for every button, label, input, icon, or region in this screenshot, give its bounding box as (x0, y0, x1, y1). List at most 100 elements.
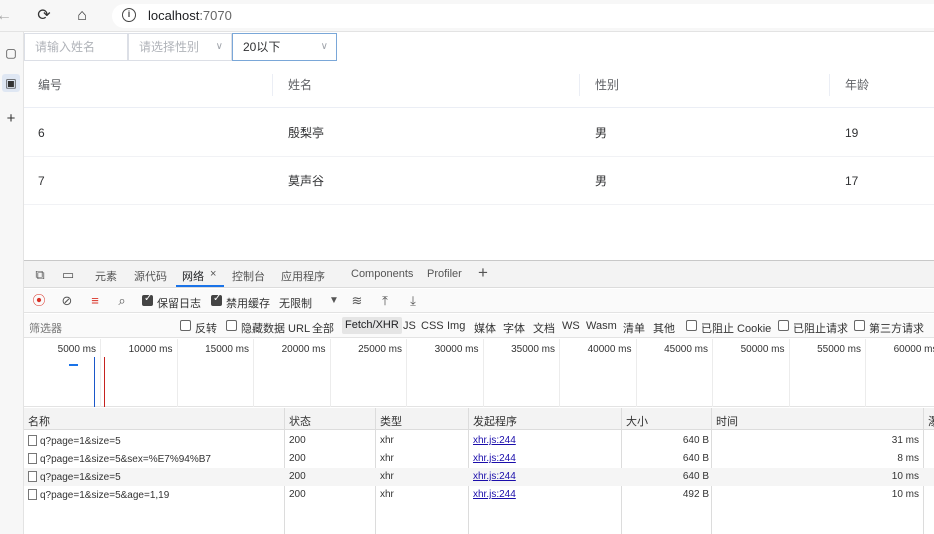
tab-network[interactable]: 网络 (182, 268, 204, 284)
blocked-requests-checkbox[interactable] (778, 320, 789, 331)
tab-profiler[interactable]: Profiler (427, 268, 462, 280)
timeline-tick-label: 45000 ms (664, 344, 708, 355)
site-info-icon[interactable]: i (122, 8, 136, 22)
table-row[interactable]: 7 莫声谷 男 17 (24, 157, 934, 205)
network-timeline-overview[interactable]: 5000 ms 10000 ms 15000 ms 20000 ms 25000 ms 3… (24, 339, 934, 407)
request-initiator-link[interactable]: xhr.js:244 (473, 471, 516, 482)
name-search-input[interactable]: 请输入姓名 (24, 33, 128, 61)
request-row[interactable]: q?page=1&size=5&age=1,19 200 xhr xhr.js:… (24, 486, 934, 504)
filter-input[interactable]: 筛选器 (29, 320, 62, 336)
tab-elements[interactable]: 元素 (95, 268, 117, 284)
dropdown-triangle-icon[interactable]: ▼ (326, 293, 342, 309)
tab-sources[interactable]: 源代码 (134, 268, 167, 284)
tab-application[interactable]: 应用程序 (281, 268, 325, 284)
gender-select[interactable]: 请选择性别 ∨ (128, 33, 232, 61)
chevron-down-icon: ∨ (320, 41, 328, 52)
table-row[interactable]: 6 殷梨亭 男 19 (24, 109, 934, 157)
file-icon (28, 471, 37, 482)
type-wasm[interactable]: Wasm (586, 320, 617, 332)
filter-icon[interactable]: ≡ (87, 293, 103, 309)
column-divider[interactable] (829, 74, 830, 96)
type-img[interactable]: Img (447, 320, 465, 332)
header-size[interactable]: 大小 (626, 413, 648, 429)
timeline-gridline (559, 339, 560, 407)
throttle-select[interactable]: 无限制 (279, 295, 312, 311)
tab-components[interactable]: Components (351, 268, 413, 280)
type-manifest[interactable]: 清单 (623, 320, 645, 336)
type-ws[interactable]: WS (562, 320, 580, 332)
column-divider[interactable] (579, 74, 580, 96)
table-header: 编号 姓名 性别 年龄 (24, 62, 934, 108)
request-status: 200 (289, 489, 306, 500)
timeline-gridline (635, 339, 637, 407)
request-name-text: q?page=1&size=5 (40, 436, 121, 447)
clear-icon[interactable]: ⊘ (59, 293, 75, 309)
preserve-log-checkbox[interactable] (142, 293, 153, 306)
type-other[interactable]: 其他 (653, 320, 675, 336)
browser-toolbar: ← ⟳ ⌂ i localhost:7070 (0, 0, 934, 32)
search-icon[interactable]: ⌕ (114, 293, 130, 309)
type-js[interactable]: JS (403, 320, 416, 332)
request-initiator-link[interactable]: xhr.js:244 (473, 489, 516, 500)
timeline-gridline (482, 339, 484, 407)
header-status[interactable]: 状态 (289, 413, 311, 429)
record-icon[interactable]: ⦿ (31, 293, 47, 309)
age-select[interactable]: 20以下 ∨ (232, 33, 337, 61)
request-row[interactable]: q?page=1&size=5 200 xhr xhr.js:244 640 B… (24, 432, 934, 450)
request-initiator-link[interactable]: xhr.js:244 (473, 435, 516, 446)
request-type: xhr (380, 489, 394, 500)
request-status: 200 (289, 453, 306, 464)
cell-id: 7 (38, 173, 45, 188)
third-party-checkbox[interactable] (854, 320, 865, 331)
cell-gender: 男 (595, 174, 608, 188)
timeline-tick-label: 10000 ms (128, 344, 173, 355)
hide-data-urls-checkbox[interactable] (226, 320, 237, 331)
header-type[interactable]: 类型 (380, 413, 402, 429)
inspect-icon[interactable]: ▭ (60, 267, 76, 283)
reload-icon[interactable]: ⟳ (34, 6, 54, 26)
type-font[interactable]: 字体 (503, 320, 525, 336)
add-tab-icon[interactable]: + (475, 264, 491, 281)
address-bar[interactable]: i localhost:7070 (112, 4, 934, 28)
request-name-text: q?page=1&size=5&sex=%E7%94%B7 (40, 454, 211, 465)
type-fetch-xhr[interactable]: Fetch/XHR (342, 317, 402, 334)
invert-checkbox[interactable] (180, 320, 191, 331)
timeline-tick-label: 20000 ms (281, 344, 326, 355)
timeline-tick-label: 60000 ms (893, 344, 934, 355)
request-row[interactable]: q?page=1&size=5 200 xhr xhr.js:244 640 B… (24, 468, 934, 486)
tab-icon[interactable]: ▢ (2, 44, 20, 62)
network-toolbar: ⦿ ⊘ ≡ ⌕ 保留日志 禁用缓存 无限制 ▼ ≋ ⤒ ⤓ (24, 289, 934, 313)
timeline-load-marker (104, 357, 105, 407)
address-url[interactable]: localhost:7070 (148, 8, 232, 23)
close-icon[interactable]: × (210, 268, 216, 280)
device-toggle-icon[interactable]: ⧉ (32, 267, 48, 283)
home-icon[interactable]: ⌂ (72, 6, 92, 26)
type-all[interactable]: 全部 (312, 320, 334, 336)
export-icon[interactable]: ⤓ (405, 293, 421, 309)
network-conditions-icon[interactable]: ≋ (349, 293, 365, 309)
request-row[interactable]: q?page=1&size=5&sex=%E7%94%B7 200 xhr xh… (24, 450, 934, 468)
blocked-cookies-checkbox[interactable] (686, 320, 697, 331)
preserve-log-label: 保留日志 (157, 298, 201, 310)
active-tab-icon[interactable]: ▣ (2, 74, 20, 92)
column-divider[interactable] (272, 74, 273, 96)
timeline-gridline (253, 339, 254, 407)
type-doc[interactable]: 文档 (533, 320, 555, 336)
back-icon[interactable]: ← (0, 6, 14, 26)
browser-sidebar: ▢ ▣ + (0, 32, 24, 534)
header-waterfall[interactable]: 瀑 (928, 413, 934, 429)
request-name-text: q?page=1&size=5&age=1,19 (40, 490, 170, 501)
header-initiator[interactable]: 发起程序 (473, 413, 517, 429)
disable-cache-checkbox[interactable] (211, 293, 222, 306)
header-name[interactable]: 名称 (28, 413, 50, 429)
add-icon[interactable]: + (2, 110, 20, 128)
type-css[interactable]: CSS (421, 320, 444, 332)
cell-age: 17 (845, 173, 859, 188)
header-time[interactable]: 时间 (716, 413, 738, 429)
type-media[interactable]: 媒体 (474, 320, 496, 336)
timeline-gridline (100, 339, 101, 407)
timeline-tick-label: 40000 ms (587, 344, 632, 355)
request-initiator-link[interactable]: xhr.js:244 (473, 453, 516, 464)
import-icon[interactable]: ⤒ (377, 293, 393, 309)
tab-console[interactable]: 控制台 (232, 268, 265, 284)
